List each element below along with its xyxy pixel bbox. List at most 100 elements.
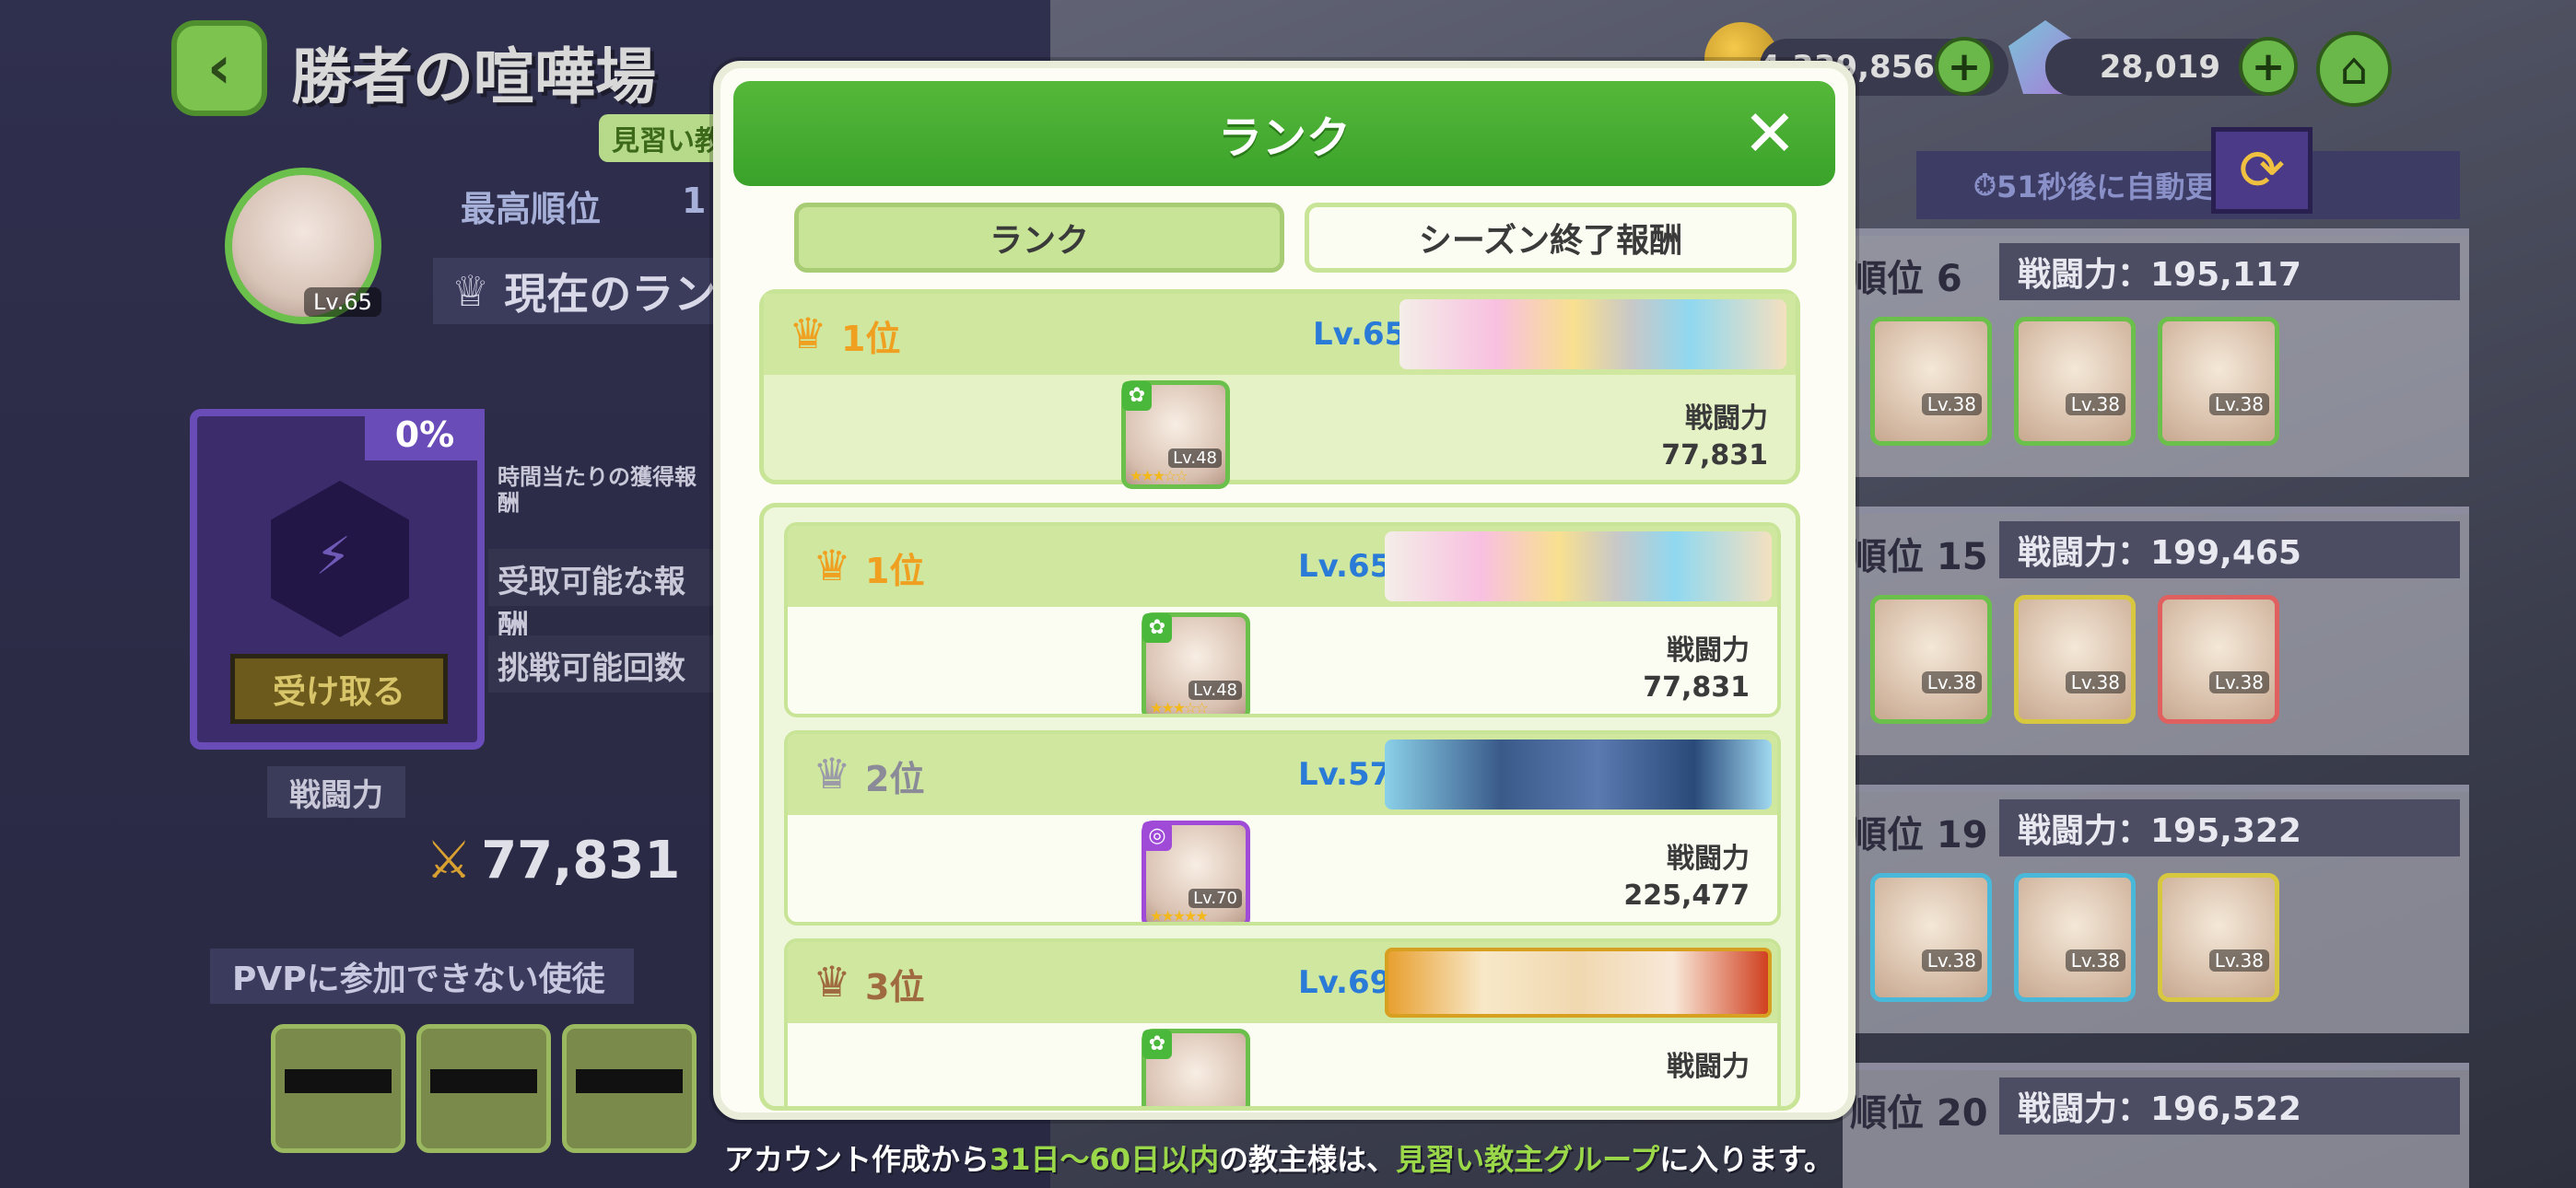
power-value: 77,831 <box>1661 439 1768 472</box>
power-label: 戦闘力 <box>1685 402 1768 435</box>
player-level: Lv.65 <box>1313 316 1407 353</box>
clock-icon: ⏱ <box>1973 167 1996 203</box>
close-icon[interactable]: ✕ <box>1738 101 1802 166</box>
bronze-crown-icon: ♛ <box>813 957 851 1007</box>
opponent-unit-card: Lv.38 <box>2014 317 2136 446</box>
opponent-unit-card: Lv.38 <box>1870 873 1992 1002</box>
attempts-label: 挑戦可能回数 <box>488 635 719 693</box>
power-label: 戦闘力 <box>1667 843 1750 875</box>
footer-note: アカウント作成から31日～60日以内の教主様は、見習い教主グループに入ります。 <box>724 1142 1834 1177</box>
opponent-row[interactable]: 順位 19 戦闘力：195,322 Lv.38 Lv.38 Lv.38 <box>1843 785 2469 1033</box>
best-rank-label: 最高順位 <box>461 189 602 229</box>
power-label: 戦闘力 <box>267 766 405 818</box>
rank-position: 1位 <box>841 319 901 359</box>
add-gold-button[interactable]: + <box>1935 37 1994 96</box>
entry-header: ♛ 1位 Lv.65 <box>788 526 1777 607</box>
unit-card: ◎ Lv.70 ★★★★★ <box>1142 821 1250 925</box>
unit-card: ✿ Lv.48 ★★★☆☆ <box>1142 612 1250 716</box>
opponent-rank: 順位 15 <box>1850 536 1988 578</box>
rank-position: 1位 <box>865 551 925 591</box>
opponent-row[interactable]: 順位 20 戦闘力：196,522 <box>1843 1063 2469 1188</box>
claimable-reward-label: 受取可能な報酬 <box>488 549 719 646</box>
player-banner <box>1385 531 1772 601</box>
opponent-power: 戦闘力：195,117 <box>1999 243 2460 300</box>
best-rank-value: 1 <box>682 181 707 221</box>
rank-entry[interactable]: ♛ 1位 Lv.65 ✿ Lv.48 ★★★☆☆ 戦闘力 77,831 <box>784 522 1781 717</box>
star-rating: ★★★☆☆ <box>1150 699 1209 716</box>
add-gem-button[interactable]: + <box>2239 37 2298 96</box>
opponent-power: 戦闘力：195,322 <box>1999 799 2460 856</box>
rank-modal: ランク ✕ ランク シーズン終了報酬 ♛ 1位 Lv.65 ✿ Lv.48 ★★… <box>713 61 1856 1120</box>
opponent-unit-card: Lv.38 <box>2014 873 2136 1002</box>
star-rating: ★★★★★ <box>1150 907 1209 925</box>
pvp-unit-card[interactable] <box>562 1024 697 1153</box>
power-value: 77,831 <box>1643 671 1750 704</box>
auto-update-timer: ⏱ 51秒後に自動更新 <box>1916 151 2460 219</box>
opponent-unit-card: Lv.38 <box>1870 595 1992 724</box>
opponent-unit-card: Lv.38 <box>2158 317 2279 446</box>
power-value: 225,477 <box>1623 879 1750 912</box>
rank-position: 3位 <box>865 967 925 1007</box>
unit-card: ✿ Lv.48 ★★★☆☆ <box>1121 380 1230 489</box>
chevron-left-icon: ‹ <box>206 34 232 102</box>
rank-entry[interactable]: ♛ 2位 Lv.57 ◎ Lv.70 ★★★★★ 戦闘力 225,477 <box>784 730 1781 926</box>
unit-card: ✿ <box>1142 1029 1250 1106</box>
opponent-row[interactable]: 順位 6 戦闘力：195,117 Lv.38 Lv.38 Lv.38 <box>1843 228 2469 477</box>
opponent-rank: 順位 20 <box>1850 1092 1988 1135</box>
refresh-icon: ⟳ <box>2238 138 2286 203</box>
reward-box: 0% 受け取る <box>190 409 485 750</box>
rank-entry[interactable]: ♛ 3位 Lv.69 ✿ 戦闘力 <box>784 938 1781 1106</box>
player-banner <box>1385 740 1772 809</box>
opponent-power: 戦闘力：199,465 <box>1999 521 2460 578</box>
clover-icon: ✿ <box>1122 381 1152 411</box>
modal-header: ランク ✕ <box>733 81 1835 186</box>
opponent-unit-card: Lv.38 <box>2158 595 2279 724</box>
opponent-unit-card: Lv.38 <box>2014 595 2136 724</box>
player-banner <box>1399 299 1786 369</box>
modal-title: ランク <box>1217 112 1351 164</box>
player-level: Lv.65 <box>1298 548 1392 585</box>
rank-position: 2位 <box>865 759 925 799</box>
entry-header: ♛ 3位 Lv.69 <box>788 942 1777 1023</box>
clover-icon: ✿ <box>1142 1030 1172 1059</box>
swirl-icon: ◎ <box>1142 821 1172 851</box>
star-rating: ★★★☆☆ <box>1130 467 1188 484</box>
tab-season-rewards[interactable]: シーズン終了報酬 <box>1305 203 1797 273</box>
crown-icon: ♕ <box>451 266 490 316</box>
home-icon: ⌂ <box>2339 43 2369 95</box>
entry-header: ♛ 2位 Lv.57 <box>788 734 1777 815</box>
gold-crown-icon: ♛ <box>789 309 827 358</box>
opponent-unit-card: Lv.38 <box>2158 873 2279 1002</box>
opponent-unit-card: Lv.38 <box>1870 317 1992 446</box>
pvp-unit-card[interactable] <box>416 1024 551 1153</box>
opponent-row[interactable]: 順位 15 戦闘力：199,465 Lv.38 Lv.38 Lv.38 <box>1843 507 2469 755</box>
entry-header: ♛ 1位 Lv.65 <box>764 294 1796 375</box>
my-rank-entry: ♛ 1位 Lv.65 ✿ Lv.48 ★★★☆☆ 戦闘力 77,831 <box>759 289 1800 489</box>
lightning-hex-icon <box>271 481 409 637</box>
current-rank-label: ♕ 現在のラン <box>433 258 746 324</box>
pvp-unavailable-label: PVPに参加できない使徒 <box>210 949 634 1004</box>
silver-crown-icon: ♛ <box>813 749 851 798</box>
refresh-button[interactable]: ⟳ <box>2211 127 2313 214</box>
page-title: 勝者の喧嘩場 <box>291 41 656 112</box>
pvp-unit-card[interactable] <box>271 1024 405 1153</box>
avatar-level: Lv.65 <box>304 287 381 317</box>
reward-percent: 0% <box>365 409 485 460</box>
opponent-power: 戦闘力：196,522 <box>1999 1077 2460 1135</box>
crossed-swords-icon: ⚔ <box>426 831 473 891</box>
home-button[interactable]: ⌂ <box>2316 31 2392 107</box>
gold-crown-icon: ♛ <box>813 541 851 590</box>
back-button[interactable]: ‹ <box>171 20 267 116</box>
rank-list[interactable]: ♛ 1位 Lv.65 ✿ Lv.48 ★★★☆☆ 戦闘力 77,831 ♛ 2位… <box>759 503 1800 1111</box>
power-value: ⚔ 77,831 <box>426 831 681 891</box>
tab-rank[interactable]: ランク <box>794 203 1284 273</box>
opponent-rank: 順位 6 <box>1850 258 1962 300</box>
power-label: 戦闘力 <box>1667 1051 1750 1083</box>
claim-button[interactable]: 受け取る <box>230 654 448 724</box>
hourly-reward-label: 時間当たりの獲得報酬 <box>498 464 697 516</box>
opponent-rank: 順位 19 <box>1850 814 1988 856</box>
clover-icon: ✿ <box>1142 613 1172 643</box>
power-label: 戦闘力 <box>1667 635 1750 667</box>
player-level: Lv.57 <box>1298 756 1392 793</box>
player-banner <box>1385 948 1772 1018</box>
